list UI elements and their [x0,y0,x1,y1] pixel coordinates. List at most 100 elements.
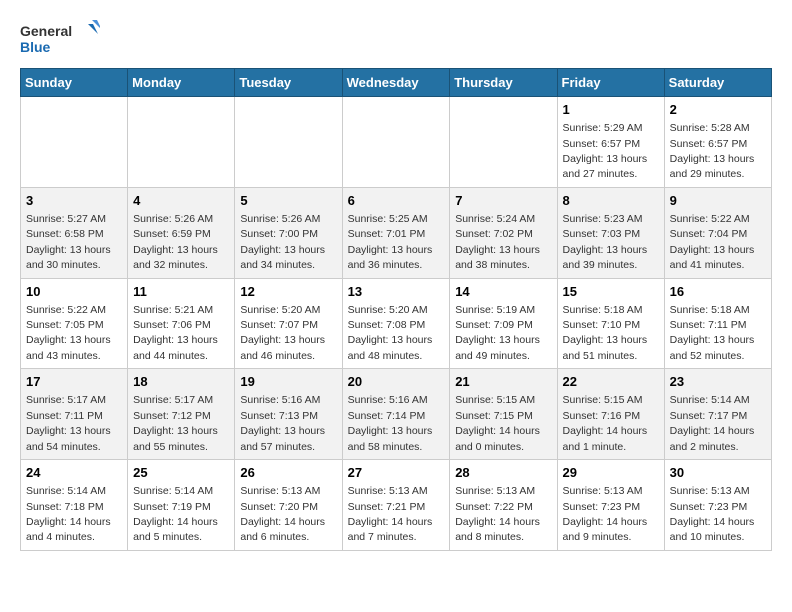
calendar-cell: 10 Sunrise: 5:22 AM Sunset: 7:05 PM Dayli… [21,278,128,369]
day-number: 21 [455,373,551,391]
day-info: Sunrise: 5:15 AM Sunset: 7:16 PM Dayligh… [563,394,648,452]
day-info: Sunrise: 5:16 AM Sunset: 7:13 PM Dayligh… [240,394,325,452]
day-number: 14 [455,283,551,301]
svg-text:General: General [20,23,72,39]
day-info: Sunrise: 5:16 AM Sunset: 7:14 PM Dayligh… [348,394,433,452]
day-info: Sunrise: 5:20 AM Sunset: 7:08 PM Dayligh… [348,304,433,362]
calendar-cell: 26 Sunrise: 5:13 AM Sunset: 7:20 PM Dayli… [235,460,342,551]
day-number: 18 [133,373,229,391]
calendar-cell: 28 Sunrise: 5:13 AM Sunset: 7:22 PM Dayli… [450,460,557,551]
day-number: 7 [455,192,551,210]
day-number: 30 [670,464,766,482]
logo: General Blue [20,20,100,60]
calendar-cell: 4 Sunrise: 5:26 AM Sunset: 6:59 PM Daylig… [128,187,235,278]
calendar-cell: 19 Sunrise: 5:16 AM Sunset: 7:13 PM Dayli… [235,369,342,460]
day-info: Sunrise: 5:23 AM Sunset: 7:03 PM Dayligh… [563,213,648,271]
calendar-cell: 3 Sunrise: 5:27 AM Sunset: 6:58 PM Daylig… [21,187,128,278]
calendar-week-5: 24 Sunrise: 5:14 AM Sunset: 7:18 PM Dayli… [21,460,772,551]
day-info: Sunrise: 5:25 AM Sunset: 7:01 PM Dayligh… [348,213,433,271]
calendar-cell [342,97,450,188]
day-number: 12 [240,283,336,301]
day-info: Sunrise: 5:13 AM Sunset: 7:22 PM Dayligh… [455,485,540,543]
day-info: Sunrise: 5:14 AM Sunset: 7:18 PM Dayligh… [26,485,111,543]
calendar-week-4: 17 Sunrise: 5:17 AM Sunset: 7:11 PM Dayli… [21,369,772,460]
day-info: Sunrise: 5:13 AM Sunset: 7:21 PM Dayligh… [348,485,433,543]
calendar-cell: 5 Sunrise: 5:26 AM Sunset: 7:00 PM Daylig… [235,187,342,278]
calendar-cell: 12 Sunrise: 5:20 AM Sunset: 7:07 PM Dayli… [235,278,342,369]
day-info: Sunrise: 5:18 AM Sunset: 7:11 PM Dayligh… [670,304,755,362]
header-friday: Friday [557,69,664,97]
day-number: 10 [26,283,122,301]
calendar-cell: 11 Sunrise: 5:21 AM Sunset: 7:06 PM Dayli… [128,278,235,369]
calendar-table: SundayMondayTuesdayWednesdayThursdayFrid… [20,68,772,551]
calendar-cell: 22 Sunrise: 5:15 AM Sunset: 7:16 PM Dayli… [557,369,664,460]
calendar-cell: 7 Sunrise: 5:24 AM Sunset: 7:02 PM Daylig… [450,187,557,278]
calendar-cell: 9 Sunrise: 5:22 AM Sunset: 7:04 PM Daylig… [664,187,771,278]
day-number: 11 [133,283,229,301]
day-number: 26 [240,464,336,482]
day-info: Sunrise: 5:14 AM Sunset: 7:19 PM Dayligh… [133,485,218,543]
day-info: Sunrise: 5:15 AM Sunset: 7:15 PM Dayligh… [455,394,540,452]
day-number: 28 [455,464,551,482]
day-number: 17 [26,373,122,391]
day-number: 9 [670,192,766,210]
day-number: 6 [348,192,445,210]
calendar-cell: 21 Sunrise: 5:15 AM Sunset: 7:15 PM Dayli… [450,369,557,460]
day-info: Sunrise: 5:27 AM Sunset: 6:58 PM Dayligh… [26,213,111,271]
day-number: 5 [240,192,336,210]
day-number: 4 [133,192,229,210]
logo-svg: General Blue [20,20,100,60]
calendar-cell: 1 Sunrise: 5:29 AM Sunset: 6:57 PM Daylig… [557,97,664,188]
calendar-cell: 18 Sunrise: 5:17 AM Sunset: 7:12 PM Dayli… [128,369,235,460]
day-info: Sunrise: 5:22 AM Sunset: 7:05 PM Dayligh… [26,304,111,362]
day-info: Sunrise: 5:26 AM Sunset: 7:00 PM Dayligh… [240,213,325,271]
calendar-week-3: 10 Sunrise: 5:22 AM Sunset: 7:05 PM Dayli… [21,278,772,369]
calendar-cell: 29 Sunrise: 5:13 AM Sunset: 7:23 PM Dayli… [557,460,664,551]
day-info: Sunrise: 5:14 AM Sunset: 7:17 PM Dayligh… [670,394,755,452]
day-info: Sunrise: 5:29 AM Sunset: 6:57 PM Dayligh… [563,122,648,180]
day-number: 16 [670,283,766,301]
day-info: Sunrise: 5:28 AM Sunset: 6:57 PM Dayligh… [670,122,755,180]
day-number: 22 [563,373,659,391]
header-monday: Monday [128,69,235,97]
calendar-cell [235,97,342,188]
day-info: Sunrise: 5:21 AM Sunset: 7:06 PM Dayligh… [133,304,218,362]
calendar-cell: 27Sunrise: 5:13 AM Sunset: 7:21 PM Dayli… [342,460,450,551]
calendar-cell: 2 Sunrise: 5:28 AM Sunset: 6:57 PM Daylig… [664,97,771,188]
day-number: 23 [670,373,766,391]
day-info: Sunrise: 5:13 AM Sunset: 7:20 PM Dayligh… [240,485,325,543]
day-info: Sunrise: 5:18 AM Sunset: 7:10 PM Dayligh… [563,304,648,362]
calendar-cell: 13Sunrise: 5:20 AM Sunset: 7:08 PM Dayli… [342,278,450,369]
day-number: 1 [563,101,659,119]
calendar-cell [21,97,128,188]
calendar-cell [450,97,557,188]
day-info: Sunrise: 5:26 AM Sunset: 6:59 PM Dayligh… [133,213,218,271]
day-info: Sunrise: 5:13 AM Sunset: 7:23 PM Dayligh… [563,485,648,543]
calendar-cell: 6 Sunrise: 5:25 AM Sunset: 7:01 PM Daylig… [342,187,450,278]
day-info: Sunrise: 5:22 AM Sunset: 7:04 PM Dayligh… [670,213,755,271]
calendar-cell: 17 Sunrise: 5:17 AM Sunset: 7:11 PM Dayli… [21,369,128,460]
header-sunday: Sunday [21,69,128,97]
calendar-cell: 25 Sunrise: 5:14 AM Sunset: 7:19 PM Dayli… [128,460,235,551]
calendar-week-2: 3 Sunrise: 5:27 AM Sunset: 6:58 PM Daylig… [21,187,772,278]
calendar-cell: 24 Sunrise: 5:14 AM Sunset: 7:18 PM Dayli… [21,460,128,551]
day-info: Sunrise: 5:17 AM Sunset: 7:11 PM Dayligh… [26,394,111,452]
day-number: 2 [670,101,766,119]
day-number: 3 [26,192,122,210]
day-number: 24 [26,464,122,482]
day-info: Sunrise: 5:17 AM Sunset: 7:12 PM Dayligh… [133,394,218,452]
day-number: 8 [563,192,659,210]
day-number: 19 [240,373,336,391]
svg-text:Blue: Blue [20,39,51,55]
day-number: 29 [563,464,659,482]
calendar-cell: 16 Sunrise: 5:18 AM Sunset: 7:11 PM Dayli… [664,278,771,369]
day-number: 25 [133,464,229,482]
header-wednesday: Wednesday [342,69,450,97]
day-info: Sunrise: 5:20 AM Sunset: 7:07 PM Dayligh… [240,304,325,362]
day-info: Sunrise: 5:24 AM Sunset: 7:02 PM Dayligh… [455,213,540,271]
calendar-cell: 14 Sunrise: 5:19 AM Sunset: 7:09 PM Dayli… [450,278,557,369]
calendar-cell: 23 Sunrise: 5:14 AM Sunset: 7:17 PM Dayli… [664,369,771,460]
calendar-cell [128,97,235,188]
day-info: Sunrise: 5:19 AM Sunset: 7:09 PM Dayligh… [455,304,540,362]
calendar-header-row: SundayMondayTuesdayWednesdayThursdayFrid… [21,69,772,97]
